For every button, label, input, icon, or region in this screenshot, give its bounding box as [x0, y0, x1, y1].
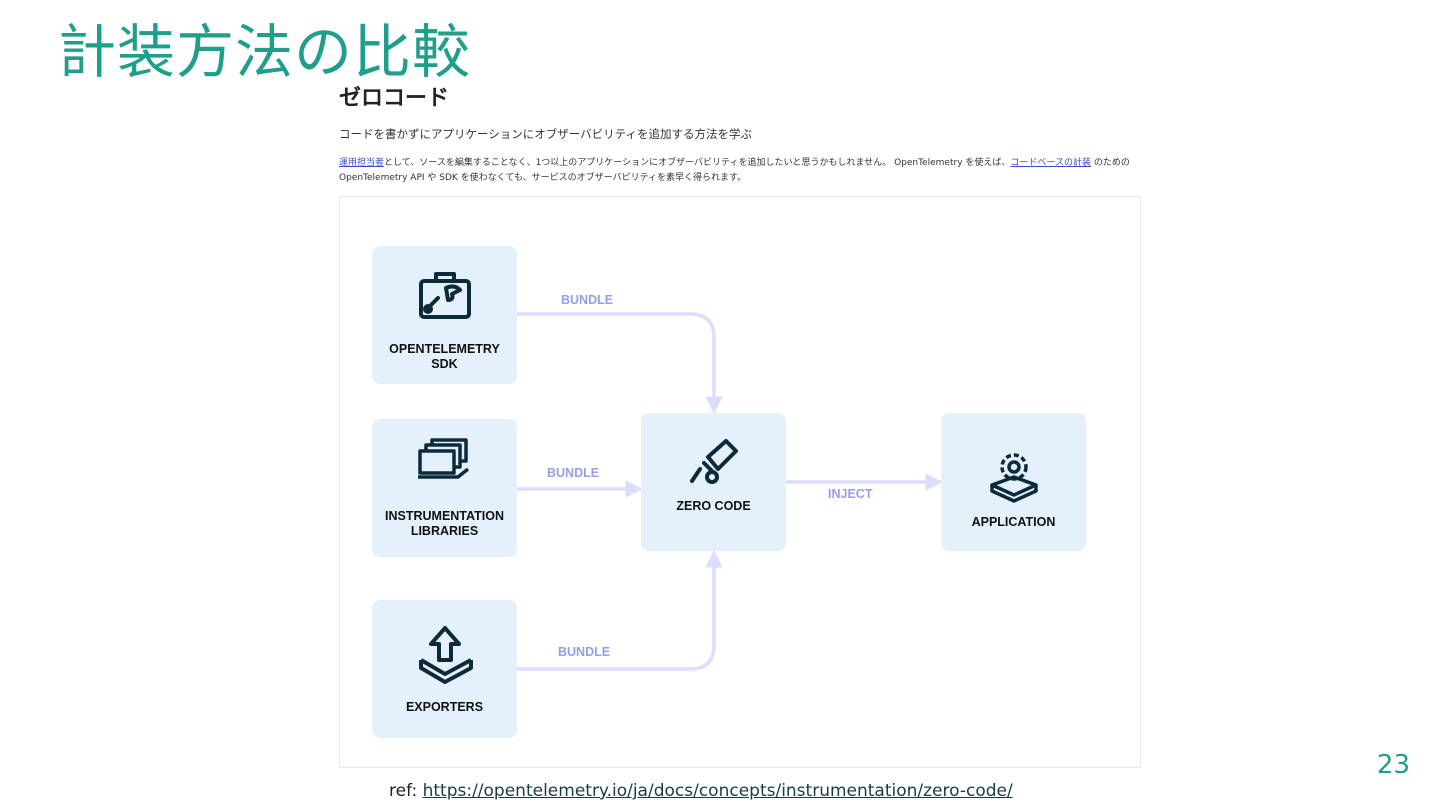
upload-arrow-icon: [418, 626, 473, 684]
gear-platform-icon: [989, 453, 1038, 503]
node-application: APPLICATION: [941, 413, 1086, 551]
reference: ref: https://opentelemetry.io/ja/docs/co…: [389, 781, 1013, 801]
edge-label-libraries-bundle: BUNDLE: [547, 466, 600, 480]
node-zero-code: ZERO CODE: [641, 413, 786, 551]
doc-body: 運用担当者として、ソースを編集することなく、1つ以上のアプリケーションにオブザー…: [339, 156, 1135, 186]
edge-sdk-to-zero-code: [516, 312, 723, 414]
node-exporters: EXPORTERS: [372, 600, 517, 738]
stacked-windows-icon: [417, 438, 469, 479]
telescope-icon: [689, 439, 738, 484]
node-label-libraries: INSTRUMENTATION LIBRARIES: [385, 509, 504, 538]
edge-label-exporters-bundle: BUNDLE: [558, 645, 611, 659]
code-based-link[interactable]: コードベースの計装: [1010, 158, 1091, 168]
doc-subtitle: コードを書かずにアプリケーションにオブザーバビリティを追加する方法を学ぶ: [339, 127, 752, 141]
slide-title: 計装方法の比較: [58, 18, 472, 86]
edge-label-inject: INJECT: [828, 487, 873, 501]
node-label-application: APPLICATION: [971, 515, 1056, 529]
node-opentelemetry-sdk: OPENTELEMETRY SDK: [372, 246, 517, 384]
node-label-sdk: OPENTELEMETRY SDK: [389, 342, 500, 371]
doc-heading: ゼロコード: [339, 86, 450, 111]
doc-body-text-1: として、ソースを編集することなく、1つ以上のアプリケーションにオブザーバビリティ…: [384, 158, 1011, 168]
ref-label: ref:: [389, 781, 423, 801]
edge-exporters-to-zero-code: [516, 550, 723, 671]
zero-code-diagram: BUNDLE BUNDLE BUNDLE INJECT OPENTELEMETR…: [339, 196, 1141, 768]
ref-link[interactable]: https://opentelemetry.io/ja/docs/concept…: [423, 781, 1013, 801]
edge-label-sdk-bundle: BUNDLE: [561, 293, 614, 307]
node-label-exporters: EXPORTERS: [405, 700, 484, 714]
node-instrumentation-libraries: INSTRUMENTATION LIBRARIES: [372, 419, 517, 557]
toolbox-wrench-icon: [418, 272, 471, 319]
operator-link[interactable]: 運用担当者: [339, 158, 384, 168]
node-label-zero-code: ZERO CODE: [676, 499, 751, 513]
page-number: 23: [1376, 750, 1410, 780]
doc-excerpt: ゼロコード コードを書かずにアプリケーションにオブザーバビリティを追加する方法を…: [339, 84, 1141, 186]
